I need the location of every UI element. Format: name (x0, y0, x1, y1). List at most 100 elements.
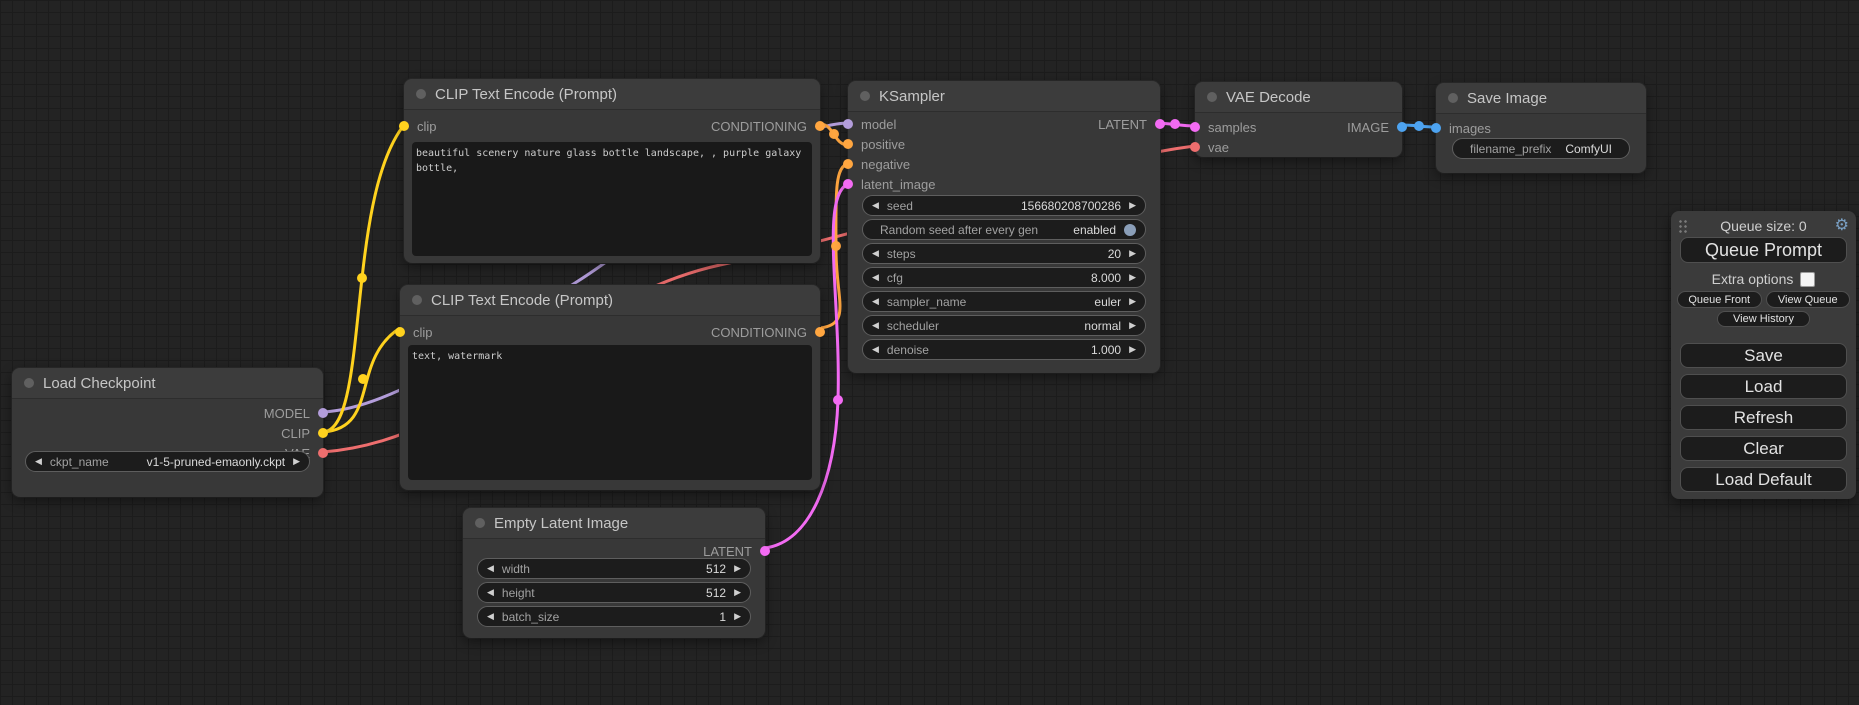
increment-arrow-icon[interactable]: ▶ (1129, 321, 1136, 330)
widget-random-seed-toggle[interactable]: Random seed after every gen enabled (862, 219, 1146, 240)
increment-arrow-icon[interactable]: ▶ (1129, 345, 1136, 354)
decrement-arrow-icon[interactable]: ◀ (872, 201, 879, 210)
output-slot-image[interactable] (1397, 122, 1407, 132)
node-title-bar[interactable]: CLIP Text Encode (Prompt) (400, 285, 820, 316)
widget-filename-prefix[interactable]: filename_prefix ComfyUI (1452, 138, 1630, 159)
increment-arrow-icon[interactable]: ▶ (1129, 297, 1136, 306)
output-slot-model[interactable] (318, 408, 328, 418)
increment-arrow-icon[interactable]: ▶ (293, 457, 300, 466)
output-slot-latent[interactable] (1155, 119, 1165, 129)
node-empty-latent-image[interactable]: Empty Latent Image LATENT ◀ width 512 ▶ … (463, 508, 765, 638)
toggle-enabled-icon[interactable] (1124, 224, 1136, 236)
clear-button[interactable]: Clear (1680, 436, 1847, 461)
load-button[interactable]: Load (1680, 374, 1847, 399)
node-title-bar[interactable]: CLIP Text Encode (Prompt) (404, 79, 820, 110)
collapse-dot-icon[interactable] (24, 378, 34, 388)
widget-label: Random seed after every gen (880, 223, 1038, 237)
queue-menu-panel: Queue size: 0 ⚙ Queue Prompt Extra optio… (1671, 211, 1856, 499)
node-title: Empty Latent Image (494, 515, 628, 532)
increment-arrow-icon[interactable]: ▶ (734, 588, 741, 597)
queue-front-button[interactable]: Queue Front (1677, 291, 1762, 308)
decrement-arrow-icon[interactable]: ◀ (872, 273, 879, 282)
decrement-arrow-icon[interactable]: ◀ (872, 321, 879, 330)
widget-height[interactable]: ◀ height 512 ▶ (477, 582, 751, 603)
refresh-button[interactable]: Refresh (1680, 405, 1847, 430)
widget-scheduler[interactable]: ◀ scheduler normal ▶ (862, 315, 1146, 336)
node-graph-canvas[interactable]: { "icons": { "arrow_left": "◀", "arrow_r… (0, 0, 1859, 705)
prompt-text-input[interactable]: text, watermark (408, 345, 812, 480)
input-slot-clip[interactable] (399, 121, 409, 131)
output-slot-vae[interactable] (318, 448, 328, 458)
node-title-bar[interactable]: Save Image (1436, 83, 1646, 114)
output-slot-conditioning[interactable] (815, 121, 825, 131)
input-slot-samples[interactable] (1190, 122, 1200, 132)
output-label-model: MODEL (264, 406, 310, 421)
input-slot-clip[interactable] (395, 327, 405, 337)
widget-width[interactable]: ◀ width 512 ▶ (477, 558, 751, 579)
increment-arrow-icon[interactable]: ▶ (734, 564, 741, 573)
save-button[interactable]: Save (1680, 343, 1847, 368)
link-midpoint-dot (1170, 119, 1180, 129)
link-midpoint-dot (1414, 121, 1424, 131)
node-ksampler[interactable]: KSampler model LATENT positive negative … (848, 81, 1160, 373)
input-slot-images[interactable] (1431, 123, 1441, 133)
view-history-button[interactable]: View History (1717, 311, 1810, 327)
node-vae-decode[interactable]: VAE Decode samples IMAGE vae (1195, 82, 1402, 157)
decrement-arrow-icon[interactable]: ◀ (487, 588, 494, 597)
decrement-arrow-icon[interactable]: ◀ (487, 612, 494, 621)
output-slot-latent[interactable] (760, 546, 770, 556)
decrement-arrow-icon[interactable]: ◀ (487, 564, 494, 573)
widget-seed[interactable]: ◀ seed 156680208700286 ▶ (862, 195, 1146, 216)
input-slot-positive[interactable] (843, 139, 853, 149)
node-clip-text-encode-negative[interactable]: CLIP Text Encode (Prompt) clip CONDITION… (400, 285, 820, 490)
widget-denoise[interactable]: ◀ denoise 1.000 ▶ (862, 339, 1146, 360)
node-title: Save Image (1467, 90, 1547, 107)
increment-arrow-icon[interactable]: ▶ (734, 612, 741, 621)
queue-prompt-button[interactable]: Queue Prompt (1680, 237, 1847, 263)
increment-arrow-icon[interactable]: ▶ (1129, 249, 1136, 258)
node-load-checkpoint[interactable]: Load Checkpoint MODEL CLIP VAE ◀ ckpt_na… (12, 368, 323, 497)
collapse-dot-icon[interactable] (412, 295, 422, 305)
view-queue-button[interactable]: View Queue (1766, 291, 1851, 308)
increment-arrow-icon[interactable]: ▶ (1129, 273, 1136, 282)
widget-cfg[interactable]: ◀ cfg 8.000 ▶ (862, 267, 1146, 288)
input-slot-latent-image[interactable] (843, 179, 853, 189)
link-midpoint-dot (829, 129, 839, 139)
input-label-model: model (861, 117, 896, 132)
input-slot-vae[interactable] (1190, 142, 1200, 152)
node-title-bar[interactable]: Empty Latent Image (463, 508, 765, 539)
widget-sampler-name[interactable]: ◀ sampler_name euler ▶ (862, 291, 1146, 312)
extra-options-checkbox[interactable] (1800, 272, 1815, 287)
prompt-text-input[interactable]: beautiful scenery nature glass bottle la… (412, 142, 812, 256)
decrement-arrow-icon[interactable]: ◀ (872, 249, 879, 258)
collapse-dot-icon[interactable] (860, 91, 870, 101)
settings-gear-icon[interactable]: ⚙ (1835, 217, 1849, 235)
input-slot-negative[interactable] (843, 159, 853, 169)
decrement-arrow-icon[interactable]: ◀ (872, 297, 879, 306)
widget-label: scheduler (887, 319, 939, 333)
input-label-negative: negative (861, 157, 910, 172)
widget-ckpt-name[interactable]: ◀ ckpt_name v1-5-pruned-emaonly.ckpt ▶ (25, 451, 310, 472)
collapse-dot-icon[interactable] (1448, 93, 1458, 103)
output-slot-conditioning[interactable] (815, 327, 825, 337)
node-save-image[interactable]: Save Image images filename_prefix ComfyU… (1436, 83, 1646, 173)
decrement-arrow-icon[interactable]: ◀ (35, 457, 42, 466)
collapse-dot-icon[interactable] (475, 518, 485, 528)
node-title: CLIP Text Encode (Prompt) (431, 292, 613, 309)
input-slot-model[interactable] (843, 119, 853, 129)
node-title-bar[interactable]: Load Checkpoint (12, 368, 323, 399)
node-title-bar[interactable]: VAE Decode (1195, 82, 1402, 113)
widget-batch-size[interactable]: ◀ batch_size 1 ▶ (477, 606, 751, 627)
load-default-button[interactable]: Load Default (1680, 467, 1847, 492)
drag-handle-icon[interactable] (1678, 219, 1687, 233)
widget-steps[interactable]: ◀ steps 20 ▶ (862, 243, 1146, 264)
output-slot-clip[interactable] (318, 428, 328, 438)
collapse-dot-icon[interactable] (1207, 92, 1217, 102)
collapse-dot-icon[interactable] (416, 89, 426, 99)
decrement-arrow-icon[interactable]: ◀ (872, 345, 879, 354)
link-midpoint-dot (357, 273, 367, 283)
widget-label: batch_size (502, 610, 559, 624)
node-clip-text-encode-positive[interactable]: CLIP Text Encode (Prompt) clip CONDITION… (404, 79, 820, 263)
increment-arrow-icon[interactable]: ▶ (1129, 201, 1136, 210)
node-title-bar[interactable]: KSampler (848, 81, 1160, 112)
